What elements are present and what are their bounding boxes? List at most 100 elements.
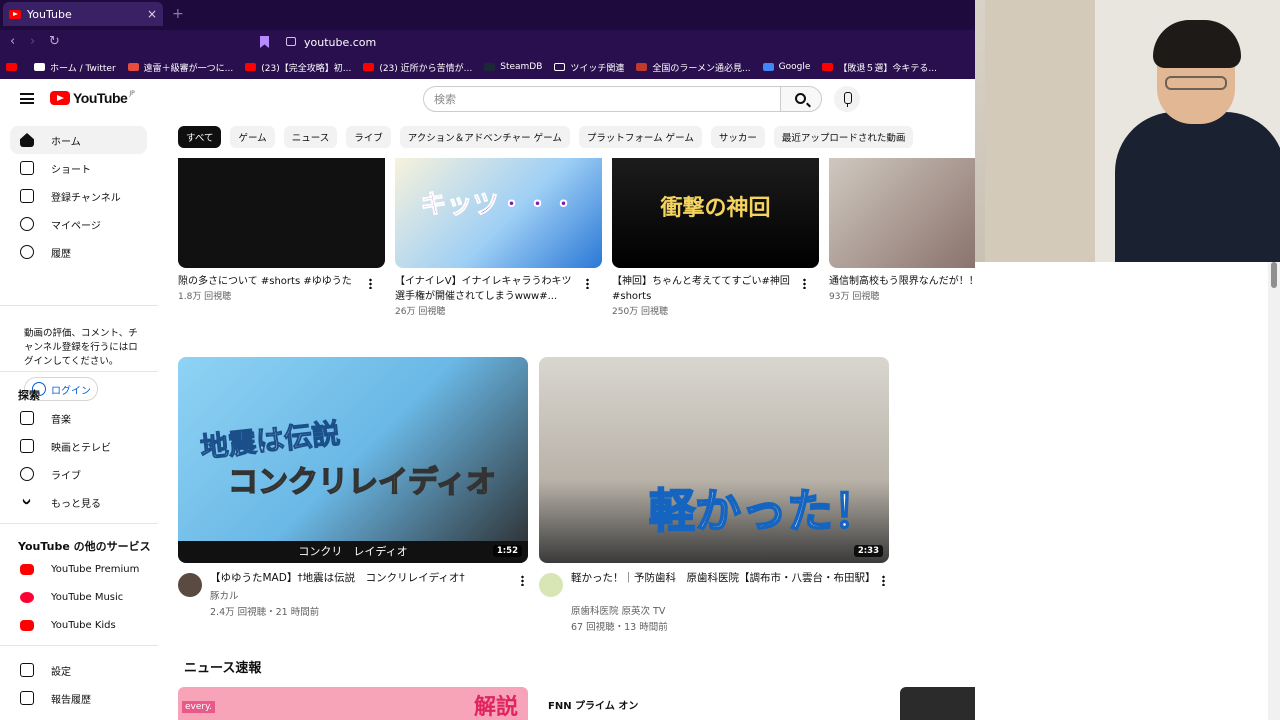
browser-url-bar: ‹ › ↻ youtube.com (0, 30, 975, 55)
youtube-logo[interactable]: YouTube JP (50, 90, 135, 106)
logo-text: YouTube (73, 90, 128, 106)
movies-icon (20, 439, 34, 453)
thumbnail-caption: 軽かった！ (648, 483, 880, 539)
bookmark-item[interactable]: ホーム / Twitter (34, 61, 116, 74)
yt-kids-icon (20, 619, 34, 631)
bookmark-item[interactable]: Google (762, 62, 811, 72)
filter-chip-bar: すべて ゲーム ニュース ライブ アクション＆アドベンチャー ゲーム プラットフォーム ゲ… (178, 126, 914, 148)
sidebar-item-movies[interactable]: 映画とテレビ (10, 432, 147, 460)
filter-chip[interactable]: ニュース (283, 126, 338, 148)
sidebar-item-subscriptions[interactable]: 登録チャンネル (10, 182, 147, 210)
sidebar-item-label: 設定 (51, 666, 71, 678)
video-thumbnail[interactable]: 軽かった！ 2:33 (539, 357, 889, 563)
page-scrollbar[interactable] (1268, 262, 1280, 720)
filter-chip[interactable]: プラットフォーム ゲーム (578, 126, 702, 148)
bookmark-favicon-icon (762, 63, 774, 71)
sidebar-item-history[interactable]: 履歴 (10, 238, 147, 266)
bookmark-item[interactable]: ツイッチ関連 (554, 61, 624, 74)
forward-icon[interactable]: › (30, 34, 35, 49)
short-title[interactable]: 通信制高校もう限界なんだが！！ (829, 274, 975, 289)
voice-search-icon[interactable] (834, 86, 860, 112)
more-options-icon[interactable] (803, 278, 806, 289)
bookmark-item[interactable]: 【敗退５選】今キテる... (822, 61, 937, 74)
sidebar-item-premium[interactable]: YouTube Premium (10, 555, 147, 583)
short-views: 1.8万 回視聴 (178, 292, 232, 302)
short-thumbnail[interactable] (829, 158, 975, 268)
bookmark-label: Google (778, 62, 811, 72)
more-options-icon[interactable] (586, 278, 589, 289)
short-title[interactable]: 【神回】ちゃんと考えててすごい#神回 #shorts (612, 274, 797, 304)
sidebar-item-yt-music[interactable]: YouTube Music (10, 583, 147, 611)
video-title[interactable]: 軽かった！｜予防歯科 原歯科医院【調布市・八雲台・布田駅】 (571, 571, 876, 586)
short-title[interactable]: 隙の多さについて #shorts #ゆゆうた (178, 274, 363, 289)
filter-chip[interactable]: サッカー (710, 126, 765, 148)
back-icon[interactable]: ‹ (10, 34, 15, 49)
filter-chip[interactable]: ゲーム (230, 126, 275, 148)
sidebar-item-home[interactable]: ホーム (10, 126, 147, 154)
sidebar-item-yt-kids[interactable]: YouTube Kids (10, 611, 147, 639)
bookmark-item[interactable] (6, 63, 22, 71)
bookmark-icon[interactable] (260, 36, 269, 48)
filter-chip[interactable]: 最近アップロードされた動画 (773, 126, 914, 148)
short-thumbnail[interactable]: 衝撃の神回 (612, 158, 819, 268)
filter-chip[interactable]: ライブ (346, 126, 391, 148)
short-card[interactable]: 隙の多さについて #shorts #ゆゆうた 1.8万 回視聴 (178, 158, 385, 302)
thumbnail-caption: キッツ・・・ (420, 190, 577, 221)
sidebar-item-label: 報告履歴 (51, 694, 91, 706)
webcam-person-body (1115, 112, 1280, 262)
channel-avatar[interactable] (178, 573, 202, 597)
more-options-icon[interactable] (369, 278, 372, 289)
search-input[interactable]: 検索 (423, 86, 781, 112)
short-title[interactable]: 【イナイレV】イナイレキャラうわキツ選手権が開催されてしまうwww#... (395, 274, 580, 304)
reload-icon[interactable]: ↻ (49, 34, 60, 49)
channel-name[interactable]: 原歯科医院 原英次 TV (571, 603, 665, 617)
sidebar-item-chevron-down[interactable]: もっと見る (10, 488, 147, 516)
new-tab-button[interactable]: + (172, 6, 184, 22)
bookmarks-bar: ホーム / Twitter 遠雷＋級審が一つに... (23)【完全攻略】初... (… (0, 55, 975, 79)
bookmark-item[interactable]: (23) 近所から苦情が... (363, 61, 472, 74)
thumbnail-subcaption: コンクリ レイディオ (178, 541, 528, 563)
video-card[interactable]: 軽かった！ 2:33 軽かった！｜予防歯科 原歯科医院【調布市・八雲台・布田駅】 原歯… (539, 357, 889, 633)
short-card[interactable]: 通信制高校もう限界なんだが！！ 93万 回視聴 (829, 158, 975, 302)
bookmark-item[interactable]: 遠雷＋級審が一つに... (127, 61, 233, 74)
sidebar-divider (0, 523, 158, 524)
filter-chip[interactable]: すべて (178, 126, 222, 148)
video-card[interactable]: 地震は伝説 コンクリレイディオ コンクリ レイディオ 1:52 【ゆゆうたMAD】†地震… (178, 357, 528, 618)
short-card[interactable]: 衝撃の神回 【神回】ちゃんと考えててすごい#神回 #shorts 250万 回視聴 (612, 158, 819, 317)
channel-avatar[interactable] (539, 573, 563, 597)
more-options-icon[interactable] (882, 575, 885, 586)
home-icon (20, 133, 34, 147)
sidebar-item-live[interactable]: ライブ (10, 460, 147, 488)
premium-icon (20, 563, 34, 575)
sidebar-item-shorts[interactable]: ショート (10, 154, 147, 182)
channel-name[interactable]: 豚カル (210, 588, 239, 602)
more-options-icon[interactable] (521, 575, 524, 586)
sidebar-item-gear[interactable]: 設定 (10, 656, 147, 684)
menu-icon[interactable] (20, 93, 34, 104)
browser-tab[interactable]: YouTube × (3, 2, 163, 26)
you-icon (20, 217, 34, 231)
bookmark-item[interactable]: SteamDB (484, 62, 542, 72)
video-title[interactable]: 【ゆゆうたMAD】†地震は伝説 コンクリレイディオ† (210, 571, 510, 586)
news-thumbnail-caption: 解説 (474, 695, 519, 720)
filter-chip[interactable]: アクション＆アドベンチャー ゲーム (399, 126, 570, 148)
bookmark-item[interactable]: (23)【完全攻略】初... (245, 61, 351, 74)
sidebar-item-label: 映画とテレビ (51, 442, 111, 454)
short-thumbnail[interactable]: キッツ・・・ (395, 158, 602, 268)
news-thumbnail[interactable] (900, 687, 975, 720)
short-card[interactable]: キッツ・・・【イナイレV】イナイレキャラうわキツ選手権が開催されてしまうwww#… (395, 158, 602, 317)
sidebar-item-flag[interactable]: 報告履歴 (10, 684, 147, 712)
tab-title: YouTube (27, 7, 72, 21)
sidebar-item-label: ショート (51, 164, 91, 176)
address-bar[interactable]: youtube.com (304, 36, 376, 49)
search-button[interactable] (780, 86, 822, 112)
bookmark-item[interactable]: 全国のラーメン通必見... (636, 61, 751, 74)
tab-close-icon[interactable]: × (147, 7, 157, 21)
sidebar-item-music[interactable]: 音楽 (10, 404, 147, 432)
short-thumbnail[interactable] (178, 158, 385, 268)
sidebar-item-you[interactable]: マイページ (10, 210, 147, 238)
sidebar: 動画の評価、コメント、チャンネル登録を行うにはログインしてください。 ログイン … (0, 119, 158, 720)
site-info-icon[interactable] (286, 37, 296, 46)
video-thumbnail[interactable]: 地震は伝説 コンクリレイディオ コンクリ レイディオ 1:52 (178, 357, 528, 563)
scrollbar-thumb[interactable] (1271, 262, 1277, 288)
